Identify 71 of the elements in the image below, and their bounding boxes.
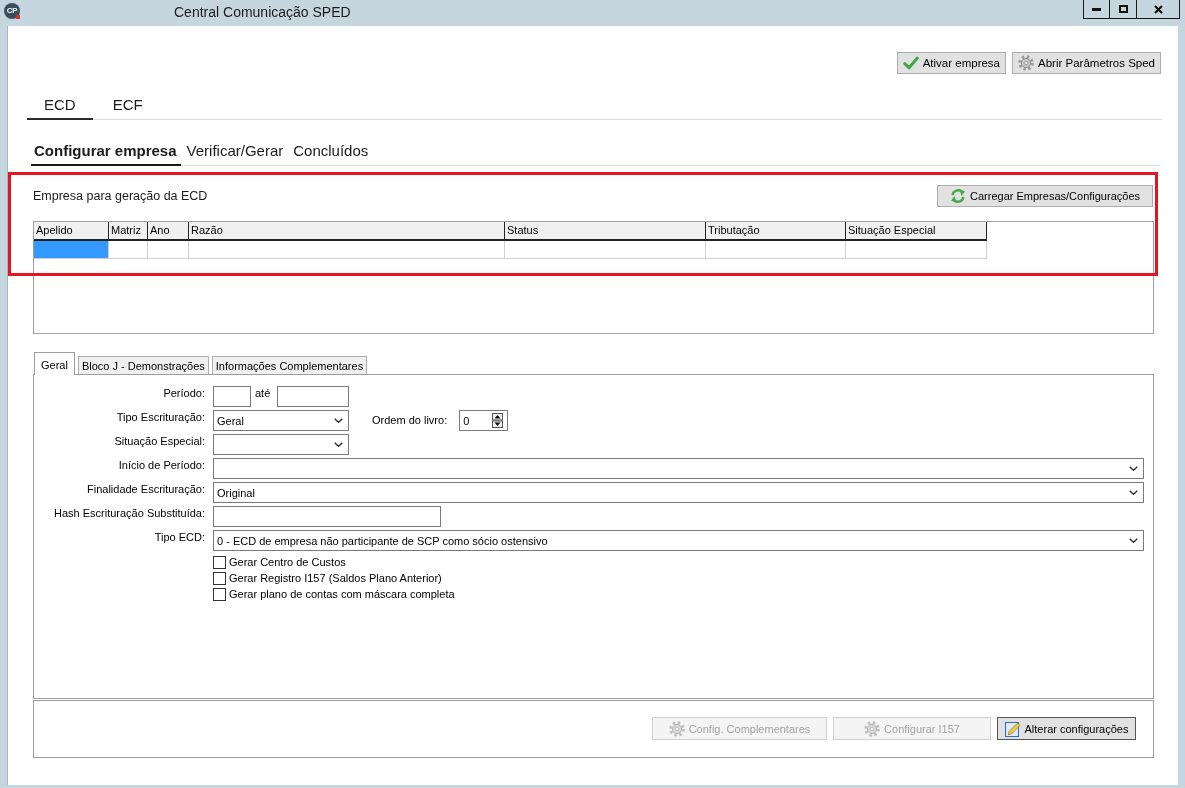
column-header[interactable]: Situação Especial: [846, 222, 987, 241]
column-header[interactable]: Razão: [189, 222, 505, 241]
connector-label: até: [255, 386, 271, 400]
spin-box[interactable]: 0: [459, 410, 509, 431]
table-cell[interactable]: [846, 241, 987, 259]
tab[interactable]: ECF: [95, 88, 160, 120]
tab[interactable]: Concluídos: [290, 133, 373, 166]
field-label: Período:: [162, 386, 205, 400]
minimize-button[interactable]: [1083, 0, 1110, 19]
gear-icon: [864, 720, 881, 737]
table-cell[interactable]: [189, 241, 505, 259]
column-header[interactable]: Apelido: [34, 222, 109, 241]
checkbox[interactable]: [213, 555, 226, 569]
dropdown[interactable]: [213, 458, 1144, 479]
table-cell[interactable]: [706, 241, 846, 259]
maximize-icon: [1118, 5, 1128, 13]
column-header[interactable]: Tributação: [706, 222, 846, 241]
date-field[interactable]: [277, 386, 350, 407]
section-label: Empresa para geração da ECD: [33, 189, 208, 203]
load-button[interactable]: Carregar Empresas/Configurações: [937, 185, 1153, 207]
dropdown[interactable]: [213, 434, 349, 455]
footer-button[interactable]: Alterar configurações: [997, 717, 1136, 740]
minimize-icon: [1092, 7, 1101, 11]
checkbox-label[interactable]: Gerar plano de contas com máscara completa: [229, 588, 455, 600]
field-label: Início de Período:: [117, 458, 205, 472]
tab[interactable]: ECD: [27, 88, 93, 120]
caret-icon: [1129, 466, 1138, 471]
field-label: Situação Especial:: [113, 434, 205, 448]
maximize-button[interactable]: [1110, 0, 1137, 19]
field-label: Ordem do livro:: [372, 414, 448, 427]
window-title: Central Comunicação SPED: [174, 3, 351, 21]
column-header[interactable]: Matriz: [109, 222, 148, 241]
field-label: Tipo Escrituração:: [115, 410, 205, 424]
checkmark-icon: [902, 56, 919, 70]
table-cell[interactable]: [109, 241, 148, 259]
table-cell[interactable]: [505, 241, 706, 259]
table-cell[interactable]: [34, 241, 109, 259]
caret-icon: [1129, 538, 1138, 543]
checkbox[interactable]: [213, 571, 226, 585]
tab[interactable]: Configurar empresa: [31, 133, 181, 166]
text-field[interactable]: [213, 506, 441, 527]
field-label: Finalidade Escrituração:: [86, 482, 205, 496]
dropdown[interactable]: Original: [213, 482, 1144, 503]
field-label: Tipo ECD:: [153, 530, 205, 544]
checkbox-label[interactable]: Gerar Centro de Custos: [229, 556, 346, 568]
caret-icon: [1129, 490, 1138, 495]
tab[interactable]: Bloco J - Demonstrações: [77, 356, 209, 374]
close-button[interactable]: [1137, 0, 1180, 19]
dropdown[interactable]: Geral: [213, 410, 349, 431]
spin-arrows-icon: [492, 413, 504, 428]
caret-icon: [334, 418, 343, 423]
toolbar-button[interactable]: Ativar empresa: [896, 52, 1007, 74]
caret-icon: [334, 442, 343, 447]
gear-icon: [668, 720, 685, 737]
gear-icon: [1018, 55, 1035, 71]
close-icon: [1153, 4, 1163, 14]
table-cell[interactable]: [148, 241, 189, 259]
column-header[interactable]: Status: [505, 222, 706, 241]
refresh-icon: [950, 188, 967, 204]
tab[interactable]: Geral: [34, 352, 75, 375]
tab[interactable]: Informações Complementares: [211, 356, 368, 374]
tab[interactable]: Verificar/Gerar: [183, 133, 288, 166]
toolbar-button[interactable]: Abrir Parâmetros Sped: [1012, 52, 1161, 74]
column-header[interactable]: Ano: [148, 222, 189, 241]
checkbox-label[interactable]: Gerar Registro I157 (Saldos Plano Anterior): [229, 572, 442, 584]
date-field[interactable]: [213, 386, 251, 407]
pencil-icon: [1004, 720, 1021, 737]
field-label: Hash Escrituração Substituída:: [52, 506, 205, 520]
dropdown[interactable]: 0 - ECD de empresa não participante de SCP como sócio ostensivo: [213, 530, 1144, 551]
app-logo: CP: [4, 3, 20, 19]
checkbox[interactable]: [213, 587, 226, 601]
